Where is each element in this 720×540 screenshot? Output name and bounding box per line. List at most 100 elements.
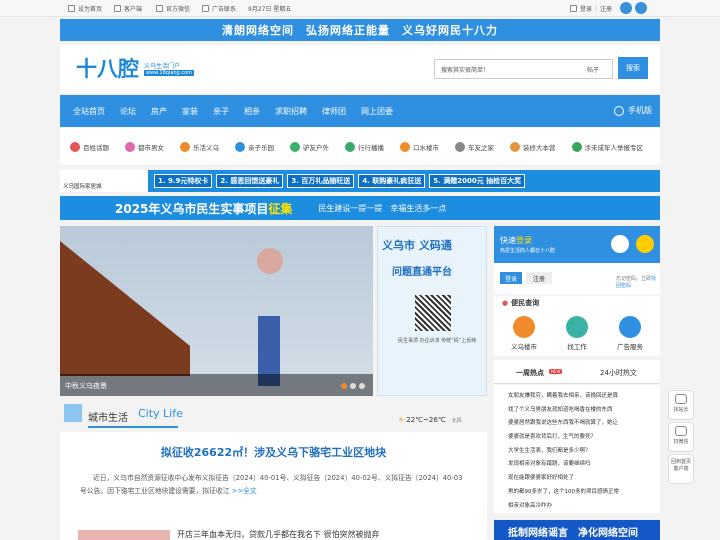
wechat-icon [156,5,163,12]
megaphone-icon [202,5,209,12]
city-life-section-header: 城市生活 City Life [60,400,487,430]
nav-forum[interactable]: 论坛 [120,106,136,117]
city-buildings-icon [64,404,82,422]
qr-subtitle: 问题直通平台 [392,267,452,278]
nav-dating[interactable]: 相亲 [244,106,260,117]
new-badge: NEW [549,369,563,374]
hot-list: 女朋友嫌我穷，瞒着我去相亲，该挽回还是算 找了个义乌男朋友就知道吃喝香在楼的东西… [494,385,660,513]
weibo-login-icon[interactable] [635,2,647,14]
login-area: 登录 | 注册 [570,4,612,13]
set-home-link[interactable]: 设为首页 [68,4,102,13]
login-button[interactable]: 登录 [500,272,522,284]
slide-dot[interactable] [359,383,365,389]
top-login-link[interactable]: 登录 [580,4,592,13]
home-icon [68,5,75,12]
ad-cell: 2. 感恩回馈送豪礼 [216,174,284,188]
register-button[interactable]: 注册 [526,272,552,284]
service-housing[interactable]: 义乌楼市 [504,316,544,351]
livelihood-project-banner[interactable]: 2025年义乌市民生实事项目征集 民生建设一提一提 幸福生活多一点 [60,196,660,220]
subnav-item[interactable]: 百姓话题 [70,141,109,152]
service-jobs[interactable]: 找工作 [557,316,597,351]
news-title[interactable]: 拟征收26622㎡！涉及义乌下骆宅工业区地块 [60,444,487,460]
forum-subnav: 百姓话题 都市男女 乐活义乌 亲子乐园 驴友户外 行行播播 口水楼市 车友之家 … [60,128,660,166]
ad-cell: 4. 联购豪礼疯狂送 [358,174,426,188]
search-type-select[interactable]: 帖子 [587,65,599,74]
site-logo[interactable]: 十八腔 [76,53,139,83]
avatar-icon [611,235,629,253]
section-title-en: City Life [138,407,183,420]
slide-dots [341,383,365,389]
briefcase-icon [566,316,588,338]
subnav-item[interactable]: 都市男女 [125,141,164,152]
ad-cell: 3. 百万礼品随旺送 [287,174,355,188]
subnav-item[interactable]: 行行播播 [345,141,384,152]
news-thumbnail[interactable] [78,530,170,540]
nav-parenting[interactable]: 亲子 [213,106,229,117]
nav-house[interactable]: 房产 [151,106,167,117]
tab-24h-hot[interactable]: 24小时热文 [600,368,637,378]
top-register-link[interactable]: 注册 [600,4,612,13]
client-link[interactable]: 客户端 [114,4,142,13]
top-utility-bar: 设为首页 客户端 官方微信 广告联系 9月27日 星期五 登录 | 注册 [0,0,720,17]
read-more-link[interactable]: >>全文 [232,487,257,495]
scan-wechat-button[interactable]: 扫微信 [668,422,694,452]
yiwu-code-panel[interactable]: 义乌市 义码通 问题直通平台 民生事项 办企诉求 传统“码”上反映 [377,226,487,396]
banner-slogan: 民生建设一提一提 幸福生活多一点 [318,203,447,213]
date-text: 9月27日 星期五 [248,6,292,13]
nav-jobs[interactable]: 求职招聘 [275,106,307,117]
ad-contact-link[interactable]: 广告联系 [202,4,236,13]
subnav-item[interactable]: 口水楼市 [400,141,439,152]
hot-item[interactable]: 大学生生活表，我们都是多少啊？ [508,445,646,459]
nav-home[interactable]: 全站首页 [73,106,105,117]
tab-week-hot[interactable]: 一周热点 [516,368,544,378]
slide-caption: 中秋义乌夜景 [60,374,373,396]
back-home-button[interactable]: 回到首页客户端 [668,454,694,484]
subnav-item[interactable]: 车友之家 [455,141,494,152]
wind: 北风 [451,417,462,424]
slide-dot[interactable] [350,383,356,389]
logo-url: www.18qiang.com [144,70,194,76]
subnav-item[interactable]: 驴友户外 [290,141,329,152]
hot-item[interactable]: 男的都90多岁了，这个100多的项目感情正常 [508,486,646,500]
rumor-banner[interactable]: 抵制网络谣言 净化网络空间 [494,520,660,540]
temperature: 22℃~26℃ [406,416,446,424]
building-icon [400,141,410,152]
chat-bubble-icon [636,235,654,253]
qr-title: 义乌市 义码通 [382,239,452,252]
furniture-mall-ad[interactable]: 义乌国际家居城 1. 9.9元特权卡 2. 感恩回馈送豪礼 3. 百万礼品随旺送… [60,170,660,192]
subnav-item[interactable]: 涉未成年人举报专区 [571,141,643,152]
nav-decoration[interactable]: 家装 [182,106,198,117]
camera-icon [345,141,355,152]
hot-item[interactable]: 相亲对象高冷咋办 [508,500,646,514]
headline-news: 拟征收26622㎡！涉及义乌下骆宅工业区地块 近日，义乌市自然资源征收中心发布义… [60,432,487,540]
hammer-icon [510,141,520,152]
search-button[interactable]: 搜索 [618,57,648,79]
qq-login-icon[interactable] [620,2,632,14]
mobile-version-link[interactable]: 手机版 [614,105,652,116]
hot-item[interactable]: 婆婆就是喜欢背后打，生气的要死？ [508,431,646,445]
section-underline [88,426,178,428]
news-headline-2[interactable]: 开店三年血本无归，贷款几乎都在我名下 很怕突然被抛弃 [177,529,380,540]
nav-youth-league[interactable]: 网上团委 [361,106,393,117]
subnav-item[interactable]: 装修大本营 [510,141,556,152]
sun-icon [180,141,190,152]
subnav-item[interactable]: 乐活义乌 [180,141,219,152]
hot-item[interactable]: 女朋友嫌我穷，瞒着我去相亲，该挽回还是算 [508,390,646,404]
login-subtitle: 热爱生活的人都在十八腔 [500,248,556,254]
nav-lawyers[interactable]: 律师团 [322,106,346,117]
hot-item[interactable]: 现在能跟婆婆家好好相处了 [508,472,646,486]
hot-item[interactable]: 找了个义乌男朋友就知道吃喝香在楼的东西 [508,404,646,418]
contact-admin-button[interactable]: 找站长 [668,390,694,420]
report-icon [571,141,582,152]
service-ads[interactable]: 广告服务 [610,316,650,351]
civility-banner[interactable]: 清朗网络空间 弘扬网络正能量 义乌好网民十八力 [60,19,660,41]
wechat-link[interactable]: 官方微信 [156,4,190,13]
hot-item[interactable]: 发现相亲对象有蹊跷，该要继续吗 [508,458,646,472]
megaphone-icon [619,316,641,338]
subnav-item[interactable]: 亲子乐园 [235,141,274,152]
ad-cell: 1. 9.9元特权卡 [154,174,213,188]
image-slideshow[interactable]: 中秋义乌夜景 [60,226,373,396]
hot-item[interactable]: 婆婆居然跟我说这些东西我不喝就算了，她让 [508,417,646,431]
slide-dot[interactable] [341,383,347,389]
floating-toolbar: 找站长 扫微信 回到首页客户端 [668,390,694,486]
